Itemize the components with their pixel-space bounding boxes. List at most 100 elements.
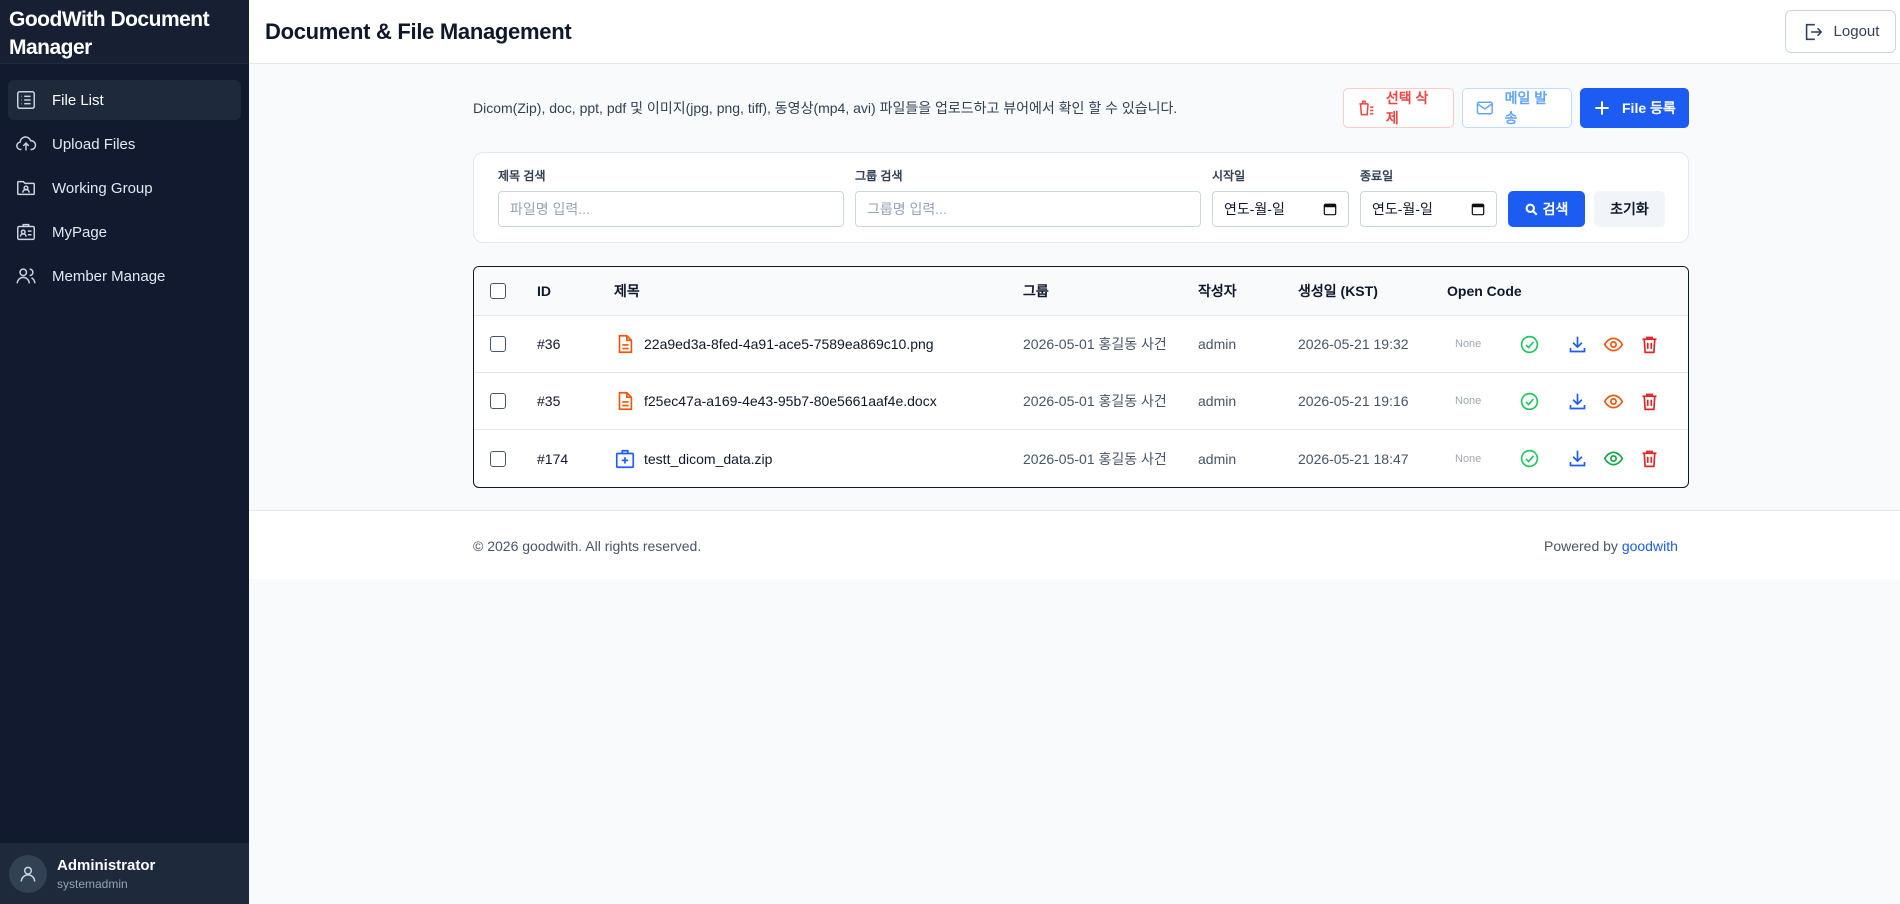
select-all-checkbox[interactable] <box>490 283 506 299</box>
row-checkbox[interactable] <box>490 450 506 467</box>
powered-by: Powered by goodwith <box>1544 538 1678 554</box>
search-button[interactable]: 검색 <box>1508 191 1585 227</box>
brand: GoodWith Document Manager <box>0 0 249 64</box>
medical-case-icon <box>615 449 635 468</box>
column-header-group[interactable]: 그룹 <box>1023 267 1049 315</box>
toolbar: Dicom(Zip), doc, ppt, pdf 및 이미지(jpg, png… <box>473 64 1689 152</box>
download-icon <box>1569 450 1586 467</box>
register-file-label: File 등록 <box>1622 100 1676 116</box>
row-author: admin <box>1198 450 1237 467</box>
column-header-author[interactable]: 작성자 <box>1198 267 1237 315</box>
delete-button[interactable] <box>1639 430 1660 487</box>
avatar <box>9 854 47 893</box>
row-open-code: None <box>1455 395 1482 407</box>
mail-icon <box>1476 101 1493 115</box>
table-header-row: ID 제목 그룹 작성자 생성일 (KST) Open Code <box>474 267 1688 316</box>
user-icon <box>20 866 36 882</box>
row-open-code: None <box>1455 452 1482 465</box>
sidebar-item-working-group[interactable]: Working Group <box>8 168 241 208</box>
sidebar-item-file-list[interactable]: File List <box>8 80 241 120</box>
eye-icon <box>1603 394 1624 408</box>
download-button[interactable] <box>1567 316 1588 372</box>
approve-button[interactable] <box>1519 316 1540 372</box>
row-checkbox[interactable] <box>490 336 506 352</box>
group-search-label: 그룹 검색 <box>855 169 903 183</box>
row-author: admin <box>1198 336 1237 352</box>
sidebar-item-mypage[interactable]: MyPage <box>8 212 241 252</box>
column-header-created[interactable]: 생성일 (KST) <box>1298 267 1378 315</box>
start-date-field: 시작일 연도-월-일 <box>1212 167 1349 227</box>
end-date-label: 종료일 <box>1360 169 1394 183</box>
row-title-cell[interactable]: f25ec47a-a169-4e43-95b7-80e5661aaf4e.doc… <box>614 373 937 429</box>
view-button[interactable] <box>1603 373 1624 429</box>
row-group: 2026-05-01 홍길동 사건 <box>1023 450 1167 467</box>
approve-button[interactable] <box>1519 373 1540 429</box>
download-button[interactable] <box>1567 430 1588 487</box>
title-search-label: 제목 검색 <box>498 169 546 183</box>
end-date-input[interactable]: 연도-월-일 <box>1360 191 1497 227</box>
trash-icon <box>1642 393 1657 410</box>
row-created: 2026-05-21 19:32 <box>1298 336 1409 352</box>
top-header: Document & File Management Logout <box>249 0 1900 64</box>
approve-button[interactable] <box>1519 430 1540 487</box>
send-mail-button[interactable]: 메일 발송 <box>1462 88 1572 128</box>
document-icon <box>618 391 633 411</box>
title-search-field: 제목 검색 파일명 입력... <box>498 167 844 227</box>
footer: © 2026 goodwith. All rights reserved. Po… <box>249 510 1900 579</box>
sidebar-item-label: Member Manage <box>52 267 166 285</box>
start-date-label: 시작일 <box>1212 169 1246 183</box>
powered-brand-link[interactable]: goodwith <box>1622 538 1678 554</box>
action-buttons: 선택 삭제 메일 발송 File 등록 <box>1343 88 1689 128</box>
row-title-cell[interactable]: 22a9ed3a-8fed-4a91-ace5-7589ea869c10.png <box>614 316 934 372</box>
delete-button[interactable] <box>1639 316 1660 372</box>
column-header-title[interactable]: 제목 <box>614 267 640 315</box>
group-search-input[interactable]: 그룹명 입력... <box>855 191 1201 227</box>
row-select-cell <box>490 316 506 372</box>
delete-selected-button[interactable]: 선택 삭제 <box>1343 88 1454 128</box>
title-search-input[interactable]: 파일명 입력... <box>498 191 844 227</box>
row-select-cell <box>490 430 506 487</box>
sidebar-item-member-manage[interactable]: Member Manage <box>8 256 241 296</box>
user-profile[interactable]: Administrator systemadmin <box>0 843 249 904</box>
row-open-code: None <box>1455 338 1482 350</box>
check-circle-icon <box>1520 449 1539 468</box>
table-row: #36 22a9ed3a-8fed-4a91-ace5-7589ea869c10… <box>474 316 1688 373</box>
copyright: © 2026 goodwith. All rights reserved. <box>473 538 702 554</box>
search-icon <box>1525 203 1538 216</box>
row-checkbox[interactable] <box>490 393 506 409</box>
row-id: #35 <box>537 393 561 409</box>
view-button[interactable] <box>1603 430 1624 487</box>
column-header-id[interactable]: ID <box>537 267 551 315</box>
view-button[interactable] <box>1603 316 1624 372</box>
send-mail-label: 메일 발송 <box>1504 90 1548 126</box>
users-icon <box>14 264 38 288</box>
logout-icon <box>1805 23 1822 40</box>
file-table: ID 제목 그룹 작성자 생성일 (KST) Open Code #36 22a… <box>473 266 1689 488</box>
page-title: Document & File Management <box>265 18 572 44</box>
user-name: Administrator <box>57 856 156 874</box>
delete-button[interactable] <box>1639 373 1660 429</box>
sidebar-item-label: MyPage <box>52 223 108 241</box>
group-search-field: 그룹 검색 그룹명 입력... <box>855 167 1201 227</box>
sidebar-item-upload-files[interactable]: Upload Files <box>8 124 241 164</box>
start-date-input[interactable]: 연도-월-일 <box>1212 191 1349 227</box>
cloud-upload-icon <box>14 132 38 156</box>
download-icon <box>1569 336 1586 352</box>
reset-button[interactable]: 초기화 <box>1594 191 1665 227</box>
trash-icon <box>1642 450 1657 468</box>
table-row: #35 f25ec47a-a169-4e43-95b7-80e5661aaf4e… <box>474 373 1688 430</box>
register-file-button[interactable]: File 등록 <box>1580 88 1689 128</box>
row-id: #36 <box>537 336 561 352</box>
calendar-icon <box>1471 203 1485 216</box>
logout-button[interactable]: Logout <box>1785 10 1896 53</box>
row-title-cell[interactable]: testt_dicom_data.zip <box>614 430 772 487</box>
row-group: 2026-05-01 홍길동 사건 <box>1023 336 1167 352</box>
download-button[interactable] <box>1567 373 1588 429</box>
document-icon <box>618 334 633 354</box>
start-date-value: 연도-월-일 <box>1224 201 1285 217</box>
row-created: 2026-05-21 19:16 <box>1298 393 1409 409</box>
row-created: 2026-05-21 18:47 <box>1298 450 1409 467</box>
check-circle-icon <box>1520 392 1539 410</box>
page-description: Dicom(Zip), doc, ppt, pdf 및 이미지(jpg, png… <box>473 100 1178 116</box>
sidebar-nav: File List Upload Files Working Group MyP… <box>0 64 249 296</box>
